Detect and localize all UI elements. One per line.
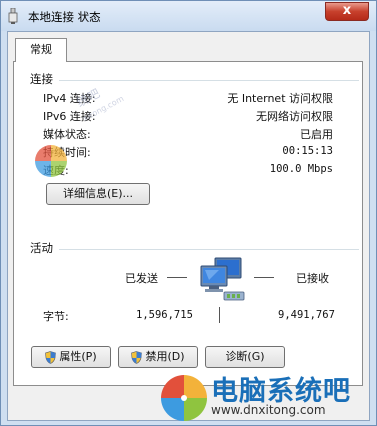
activity-divider: [59, 249, 359, 250]
received-line: [254, 277, 274, 278]
brand-url: www.dnxitong.com: [211, 403, 326, 417]
close-button[interactable]: x: [325, 2, 369, 21]
uac-shield-icon: [45, 350, 57, 364]
ipv6-value: 无网络访问权限: [256, 110, 333, 123]
ipv4-value: 无 Internet 访问权限: [227, 92, 333, 105]
media-state-label: 媒体状态:: [43, 128, 91, 141]
close-icon: x: [342, 3, 352, 18]
tab-general[interactable]: 常规: [15, 38, 67, 62]
bytes-sent-value: 1,596,715: [136, 309, 193, 321]
activity-heading: 活动: [30, 241, 53, 255]
properties-label: 属性(P): [59, 350, 97, 363]
activity-separator: [219, 307, 220, 323]
disable-button[interactable]: 禁用(D): [118, 346, 198, 368]
received-label: 已接收: [296, 272, 329, 285]
disable-label: 禁用(D): [145, 350, 185, 363]
connection-heading: 连接: [30, 72, 53, 86]
speed-value: 100.0 Mbps: [269, 163, 333, 175]
status-window: 本地连接 状态 x 常规 连接 IPv4 连接: 无 Internet 访问权限…: [0, 0, 377, 426]
diagnose-button[interactable]: 诊断(G): [205, 346, 285, 368]
sent-line: [167, 277, 187, 278]
brand-logo-icon: [161, 375, 207, 421]
window-title: 本地连接 状态: [28, 10, 101, 24]
properties-button[interactable]: 属性(P): [31, 346, 111, 368]
details-button[interactable]: 详细信息(E)...: [46, 183, 150, 205]
media-state-value: 已启用: [300, 128, 333, 141]
duration-value: 00:15:13: [282, 145, 333, 157]
uac-shield-icon: [131, 350, 143, 364]
network-computers-icon: [200, 257, 245, 301]
sent-label: 已发送: [125, 272, 158, 285]
bytes-label: 字节:: [43, 310, 69, 323]
connection-divider: [59, 80, 359, 81]
watermark-logo-icon: [35, 145, 67, 177]
bytes-received-value: 9,491,767: [278, 309, 335, 321]
title-bar[interactable]: 本地连接 状态 x: [1, 1, 376, 31]
network-adapter-icon: [8, 8, 18, 24]
